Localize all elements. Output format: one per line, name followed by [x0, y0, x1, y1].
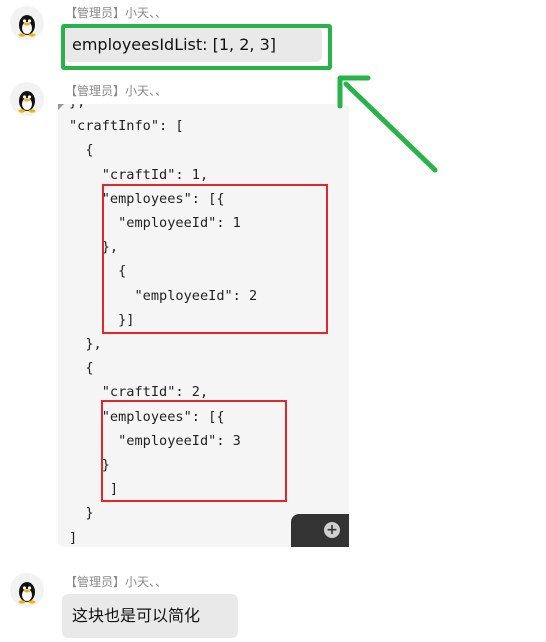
arrow-icon: [337, 75, 438, 173]
